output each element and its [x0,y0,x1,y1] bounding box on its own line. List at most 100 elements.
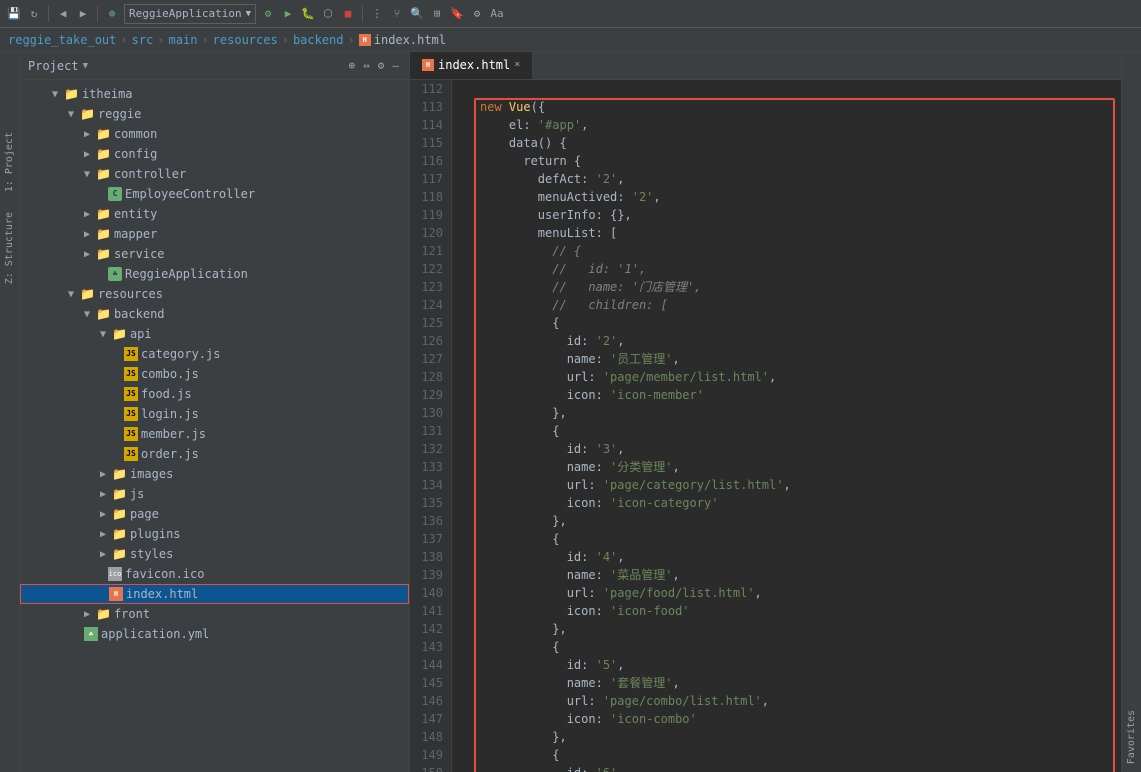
more-tools-icon[interactable]: ⋮ [369,6,385,22]
tree-folder-plugins[interactable]: ▶ 📁 plugins [20,524,409,544]
tree-file-favicon[interactable]: ico favicon.ico [20,564,409,584]
key-token: menuActived: [480,190,632,204]
tree-folder-mapper[interactable]: ▶ 📁 mapper [20,224,409,244]
tree-folder-api[interactable]: ▼ 📁 api [20,324,409,344]
tree-folder-itheima[interactable]: ▼ 📁 itheima [20,84,409,104]
sync-icon[interactable]: ↻ [26,6,42,22]
structural-icon[interactable]: ⊞ [429,6,445,22]
folder-name: controller [114,167,186,181]
tree-file-application-yml[interactable]: ☘ application.yml [20,624,409,644]
chinese-token: '套餐管理' [610,676,672,690]
minimize-icon[interactable]: — [390,57,401,74]
regex-icon[interactable]: Aa [489,6,505,22]
tree-folder-js[interactable]: ▶ 📁 js [20,484,409,504]
code-line: icon: 'icon-category' [480,494,1113,512]
bracket-token: , [617,442,624,456]
search-everywhere-icon[interactable]: 🔍 [409,6,425,22]
code-line: }, [480,512,1113,530]
settings-icon[interactable]: ⚙ [469,6,485,22]
breadcrumb-sep-2: › [157,33,164,47]
bracket-token: , [673,460,680,474]
tree-file-index-html[interactable]: H index.html [20,584,409,604]
tree-folder-common[interactable]: ▶ 📁 common [20,124,409,144]
tree-folder-config[interactable]: ▶ 📁 config [20,144,409,164]
collapse-all-icon[interactable]: ⇔ [361,57,372,74]
code-line: // name: '门店管理', [480,278,1113,296]
key-token: url: [480,586,603,600]
tree-file-category-js[interactable]: JS category.js [20,344,409,364]
line-number: 112 [410,80,443,98]
project-panel-tab[interactable]: 1: Project [4,132,15,192]
js-icon: JS [124,347,138,361]
run-config-dropdown[interactable]: ReggieApplication ▼ [124,4,256,24]
file-name: combo.js [141,367,199,381]
tree-file-employee-controller[interactable]: C EmployeeController [20,184,409,204]
code-line: // children: [ [480,296,1113,314]
fn-token: Vue [509,100,531,114]
code-line: { [480,638,1113,656]
stop-icon[interactable]: ■ [340,6,356,22]
tree-folder-page[interactable]: ▶ 📁 page [20,504,409,524]
tree-folder-front[interactable]: ▶ 📁 front [20,604,409,624]
line-number: 130 [410,404,443,422]
forward-icon[interactable]: ▶ [75,6,91,22]
build-icon[interactable]: ⚙ [260,6,276,22]
tree-file-order-js[interactable]: JS order.js [20,444,409,464]
main-layout: 1: Project Z: Structure Project ▼ ⊕ ⇔ ⚙ … [0,52,1141,772]
comment-token: // { [480,244,581,258]
breadcrumb-project[interactable]: reggie_take_out [8,33,116,47]
debug-icon[interactable]: 🐛 [300,6,316,22]
breadcrumb-resources[interactable]: resources [213,33,278,47]
tree-folder-resources[interactable]: ▼ 📁 resources [20,284,409,304]
code-line: name: '分类管理', [480,458,1113,476]
back-icon[interactable]: ◀ [55,6,71,22]
key-token: defAct: [480,172,596,186]
coverage-icon[interactable]: ⬡ [320,6,336,22]
bookmark-icon[interactable]: 🔖 [449,6,465,22]
file-name: login.js [141,407,199,421]
tree-folder-reggie[interactable]: ▼ 📁 reggie [20,104,409,124]
folder-icon: 📁 [96,607,111,621]
breadcrumb-src[interactable]: src [132,33,154,47]
tree-folder-styles[interactable]: ▶ 📁 styles [20,544,409,564]
line-number: 126 [410,332,443,350]
bracket-token: { [480,424,559,438]
key-token: data() { [480,136,567,150]
tree-file-food-js[interactable]: JS food.js [20,384,409,404]
breadcrumb-backend[interactable]: backend [293,33,344,47]
tree-file-login-js[interactable]: JS login.js [20,404,409,424]
folder-icon: 📁 [112,547,127,561]
arrow-icon: ▶ [84,609,94,620]
favorites-tab[interactable]: Favorites [1126,710,1137,764]
vcs-icon[interactable]: ⑂ [389,6,405,22]
tree-file-reggie-application[interactable]: ☘ ReggieApplication [20,264,409,284]
tree-folder-backend[interactable]: ▼ 📁 backend [20,304,409,324]
bracket-token: { [480,316,559,330]
arrow-icon: ▼ [100,329,110,340]
breadcrumb-main[interactable]: main [169,33,198,47]
sidebar-actions: ⊕ ⇔ ⚙ — [347,57,402,74]
settings-icon[interactable]: ⚙ [376,57,387,74]
tree-file-combo-js[interactable]: JS combo.js [20,364,409,384]
sidebar-dropdown-arrow[interactable]: ▼ [83,61,88,71]
structure-panel-tab[interactable]: Z: Structure [4,212,15,284]
code-editor[interactable]: 1121131141151161171181191201211221231241… [410,80,1121,772]
file-name: ReggieApplication [125,267,248,281]
tree-folder-entity[interactable]: ▶ 📁 entity [20,204,409,224]
add-config-icon[interactable]: ⊕ [104,6,120,22]
folder-icon: 📁 [96,247,111,261]
tab-index-html[interactable]: H index.html × [410,52,533,79]
str-token: 'page/combo/list.html' [603,694,762,708]
run-icon[interactable]: ▶ [280,6,296,22]
save-icon[interactable]: 💾 [6,6,22,22]
folder-icon: 📁 [96,127,111,141]
tree-folder-images[interactable]: ▶ 📁 images [20,464,409,484]
tree-folder-controller[interactable]: ▼ 📁 controller [20,164,409,184]
locate-file-icon[interactable]: ⊕ [347,57,358,74]
arrow-icon: ▶ [100,529,110,540]
line-number: 120 [410,224,443,242]
tree-folder-service[interactable]: ▶ 📁 service [20,244,409,264]
key-token: url: [480,694,603,708]
tree-file-member-js[interactable]: JS member.js [20,424,409,444]
tab-close-icon[interactable]: × [514,59,520,70]
